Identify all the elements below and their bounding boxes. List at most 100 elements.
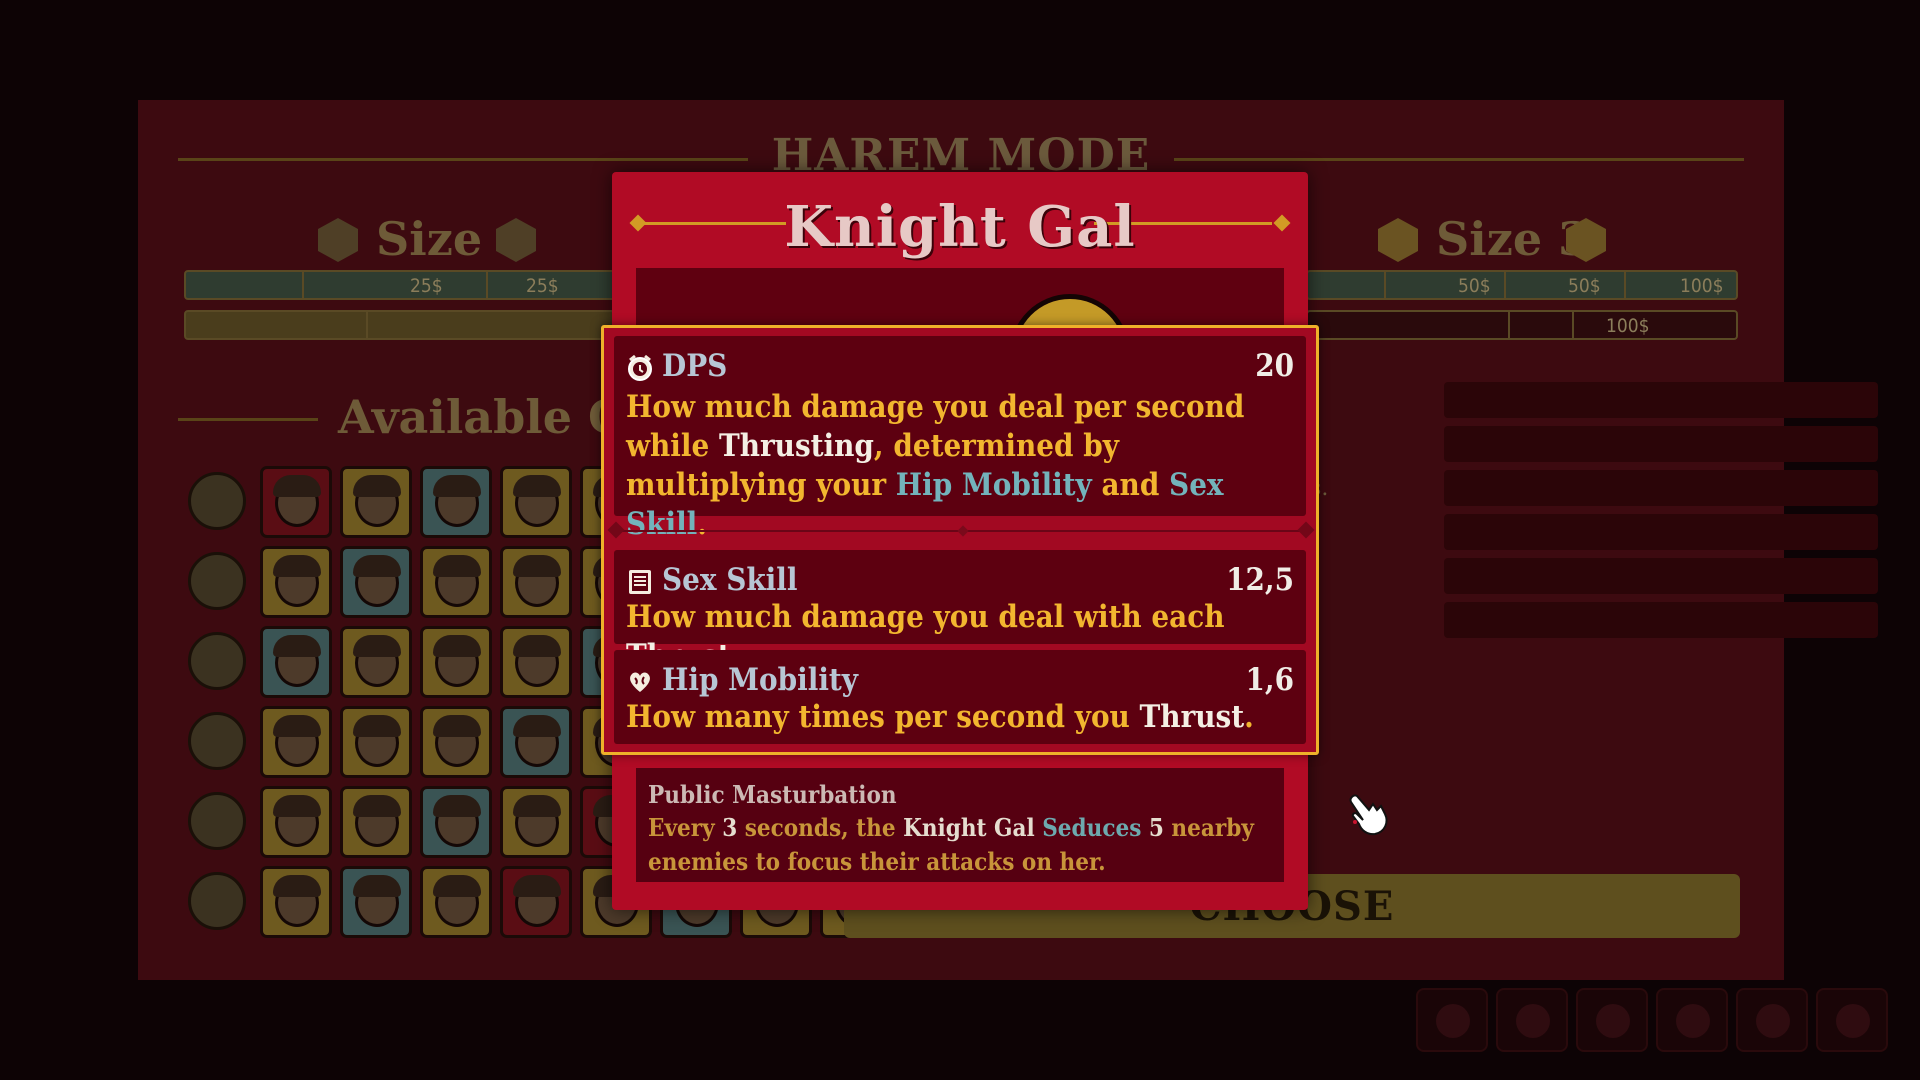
upgrade-bar-left-1[interactable]: 25$ 25$: [184, 270, 644, 300]
reddit-button[interactable]: [1736, 988, 1808, 1052]
book-icon: [629, 570, 651, 594]
cloud-button[interactable]: [1496, 988, 1568, 1052]
stats-tooltip: DPS 20 How much damage you deal per seco…: [601, 325, 1319, 755]
hip-mobility-description: How many times per second you Thrust.: [626, 699, 1254, 735]
upgrade-bar-right-2[interactable]: 100$: [1306, 310, 1738, 340]
gal-hair: [353, 555, 401, 577]
price-label: 50$: [1568, 275, 1601, 297]
sex-skill-label: Sex Skill: [662, 562, 798, 598]
gal-slot[interactable]: [420, 706, 492, 778]
price-label: 25$: [526, 275, 559, 297]
divider-ornament: [607, 521, 625, 539]
reddit-icon: [1756, 1004, 1790, 1038]
ability-box: Public Masturbation Every 3 seconds, the…: [636, 768, 1284, 882]
dragon-icon[interactable]: [188, 632, 246, 690]
details-row: [1444, 470, 1878, 506]
price-label: 50$: [1458, 275, 1491, 297]
details-row: [1444, 514, 1878, 550]
gal-slot[interactable]: [340, 546, 412, 618]
dps-description: How much damage you deal per second whil…: [626, 389, 1245, 542]
gal-slot[interactable]: [340, 466, 412, 538]
upgrade-bar-right-1[interactable]: 50$ 50$ 100$: [1306, 270, 1738, 300]
gal-slot[interactable]: [340, 866, 412, 938]
gal-slot[interactable]: [260, 626, 332, 698]
explosion-icon[interactable]: [188, 872, 246, 930]
gal-hair: [273, 635, 321, 657]
gal-hair: [433, 715, 481, 737]
gal-slot[interactable]: [260, 466, 332, 538]
gal-slot[interactable]: [500, 546, 572, 618]
sex-skill-section: Sex Skill 12,5 How much damage you deal …: [614, 550, 1306, 674]
gal-hair: [433, 795, 481, 817]
gal-slot[interactable]: [420, 626, 492, 698]
settings-button[interactable]: [1416, 988, 1488, 1052]
bar-chart-icon: [1596, 1004, 1630, 1038]
gal-hair: [353, 475, 401, 497]
gal-slot[interactable]: [500, 866, 572, 938]
gal-hair: [273, 795, 321, 817]
alarm-clock-icon: [628, 354, 652, 381]
hip-mobility-value: 1,6: [1245, 662, 1294, 698]
gal-hair: [513, 715, 561, 737]
gal-hair: [433, 635, 481, 657]
gal-hair: [353, 715, 401, 737]
flame-icon[interactable]: [188, 552, 246, 610]
gal-slot[interactable]: [260, 706, 332, 778]
gal-slot[interactable]: [500, 626, 572, 698]
gal-slot[interactable]: [260, 866, 332, 938]
hand-cursor-icon: [1349, 794, 1388, 836]
target-icon[interactable]: [188, 792, 246, 850]
details-row: [1444, 382, 1878, 418]
price-label: 25$: [410, 275, 443, 297]
gal-slot[interactable]: [340, 786, 412, 858]
available-divider: [178, 418, 318, 421]
gal-slot[interactable]: [500, 786, 572, 858]
gal-hair: [353, 795, 401, 817]
gal-slot[interactable]: [420, 466, 492, 538]
stats-button[interactable]: [1576, 988, 1648, 1052]
gal-slot[interactable]: [260, 546, 332, 618]
cloud-icon: [1516, 1004, 1550, 1038]
gal-hair: [433, 555, 481, 577]
details-row: [1444, 426, 1878, 462]
heart-brain-icon: [630, 672, 650, 692]
gal-slot[interactable]: [340, 626, 412, 698]
gal-slot[interactable]: [420, 786, 492, 858]
gal-hair: [513, 635, 561, 657]
gal-slot[interactable]: [260, 786, 332, 858]
dps-section: DPS 20 How much damage you deal per seco…: [614, 336, 1306, 542]
ability-name: Public Masturbation: [648, 780, 897, 809]
gear-icon: [1436, 1004, 1470, 1038]
money-bag-icon[interactable]: [188, 712, 246, 770]
details-row: [1444, 558, 1878, 594]
gal-slot[interactable]: [340, 706, 412, 778]
discord-button[interactable]: [1656, 988, 1728, 1052]
trophy-icon: [1836, 1004, 1870, 1038]
gal-slot[interactable]: [500, 706, 572, 778]
dps-label: DPS: [662, 348, 728, 384]
gal-name-title: Knight Gal: [784, 194, 1136, 260]
knight-helmet-icon[interactable]: [188, 472, 246, 530]
divider-ornament: [1297, 521, 1315, 539]
trophy-button[interactable]: [1816, 988, 1888, 1052]
gal-slot[interactable]: [500, 466, 572, 538]
gal-hair: [273, 555, 321, 577]
gal-hair: [433, 475, 481, 497]
gal-hair: [273, 875, 321, 897]
upgrade-bar-left-2[interactable]: [184, 310, 644, 340]
price-label: 100$: [1680, 275, 1724, 297]
gal-hair: [513, 475, 561, 497]
sex-skill-value: 12,5: [1226, 562, 1294, 598]
size-hex-icon: [318, 218, 358, 262]
ability-description: Every 3 seconds, the Knight Gal Seduces …: [648, 813, 1254, 876]
gal-hair: [273, 475, 321, 497]
dps-value: 20: [1255, 348, 1294, 384]
gal-hair: [513, 555, 561, 577]
gal-hair: [513, 795, 561, 817]
gal-slot[interactable]: [420, 546, 492, 618]
gal-slot[interactable]: [420, 866, 492, 938]
gal-hair: [353, 875, 401, 897]
size-hex-icon: [1378, 218, 1418, 262]
hip-mobility-label: Hip Mobility: [662, 662, 859, 698]
gal-hair: [353, 635, 401, 657]
